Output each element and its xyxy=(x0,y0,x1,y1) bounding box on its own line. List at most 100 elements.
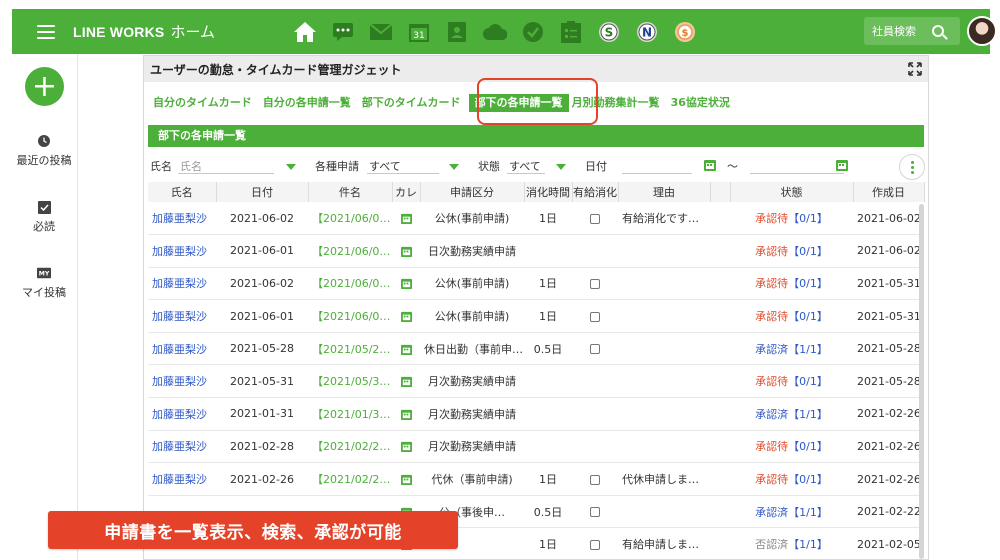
subject-link[interactable]: 【2021/02/2… xyxy=(308,462,392,496)
column-header[interactable]: 作成日 xyxy=(853,182,925,202)
calendar-icon[interactable] xyxy=(400,213,412,225)
column-header[interactable]: 理由 xyxy=(618,182,711,202)
table-row[interactable]: 加藤亜梨沙 2021-01-31 【2021/01/3… 月次勤務実績申請 承認済【1/… xyxy=(148,397,924,431)
tab-my-timecard[interactable]: 自分のタイムカード xyxy=(150,94,260,112)
chevron-down-icon[interactable] xyxy=(286,164,296,170)
column-header[interactable] xyxy=(710,182,731,202)
new-post-button[interactable]: + xyxy=(25,67,64,106)
column-header[interactable]: 有給消化 xyxy=(572,182,619,202)
subject-link[interactable]: 【2021/06/0… xyxy=(308,299,392,333)
tab-my-requests[interactable]: 自分の各申請一覧 xyxy=(260,94,359,112)
paid-leave-checkbox[interactable] xyxy=(590,311,600,322)
more-options-button[interactable] xyxy=(899,154,925,180)
calendar-icon[interactable] xyxy=(400,441,412,453)
subject-link[interactable]: 【2021/06/0… xyxy=(308,202,392,236)
paid-leave-checkbox[interactable] xyxy=(590,344,600,355)
avatar[interactable] xyxy=(967,16,997,46)
date-to-input[interactable] xyxy=(750,173,844,174)
table-row[interactable]: 加藤亜梨沙 2021-05-31 【2021/05/3… 月次勤務実績申請 承認待【0/… xyxy=(148,364,924,399)
status-badge[interactable]: 承認待【0/1】 xyxy=(730,364,853,399)
brand-logo[interactable]: LINE WORKS ホーム xyxy=(73,21,215,42)
status-badge[interactable]: 承認待【0/1】 xyxy=(730,267,853,301)
subject-link[interactable]: 【2021/05/3… xyxy=(308,364,392,399)
chevron-down-icon[interactable] xyxy=(556,164,566,170)
sidebar-item-my-posts[interactable]: MY マイ投稿 xyxy=(0,266,88,300)
sidebar-item-recent[interactable]: 最近の投稿 xyxy=(0,134,88,168)
subject-link[interactable]: 【2021/06/0… xyxy=(308,234,392,268)
paid-leave-checkbox[interactable] xyxy=(590,539,600,550)
calendar-icon[interactable] xyxy=(400,376,412,388)
calendar-icon[interactable] xyxy=(400,474,412,486)
calendar-icon[interactable]: 31 xyxy=(406,19,432,45)
status-badge[interactable]: 否認済【1/1】 xyxy=(730,527,853,560)
employee-search[interactable]: 社員検索 xyxy=(864,17,960,45)
subject-link[interactable]: 【2021/06/0… xyxy=(308,267,392,301)
home-icon[interactable] xyxy=(292,19,318,45)
status-badge[interactable]: 承認待【0/1】 xyxy=(730,430,853,464)
employee-name-link[interactable]: 加藤亜梨沙 xyxy=(148,397,216,431)
employee-name-link[interactable]: 加藤亜梨沙 xyxy=(148,267,216,301)
chevron-down-icon[interactable] xyxy=(449,164,459,170)
employee-name-link[interactable]: 加藤亜梨沙 xyxy=(148,430,216,464)
status-badge[interactable]: 承認待【0/1】 xyxy=(730,234,853,268)
column-header[interactable]: 件名 xyxy=(308,182,393,202)
table-row[interactable]: 加藤亜梨沙 2021-02-26 【2021/02/2… 代休（事前申請) 1日 代休申請… xyxy=(148,462,924,496)
column-header[interactable]: 消化時間 xyxy=(524,182,573,202)
column-header[interactable]: カレ xyxy=(392,182,421,202)
column-header[interactable]: 状態 xyxy=(730,182,854,202)
status-badge[interactable]: 承認済【1/1】 xyxy=(730,332,853,366)
table-row[interactable]: 加藤亜梨沙 2021-05-28 【2021/05/2… 休日出勤（事前申… 0.5日承… xyxy=(148,332,924,366)
paid-leave-checkbox[interactable] xyxy=(590,474,600,485)
mail-icon[interactable] xyxy=(368,19,394,45)
chat-icon[interactable] xyxy=(330,19,356,45)
tab-36-agreement[interactable]: 36協定状況 xyxy=(668,94,738,112)
form-icon[interactable] xyxy=(558,19,584,45)
name-filter-input[interactable]: 氏名 xyxy=(180,158,202,174)
status-badge[interactable]: 承認済【1/1】 xyxy=(730,495,853,529)
n-app-icon[interactable]: N xyxy=(634,19,660,45)
table-row[interactable]: 加藤亜梨沙 2021-06-01 【2021/06/0… 日次勤務実績申請 承認待【0/… xyxy=(148,234,924,268)
subject-link[interactable]: 【2021/01/3… xyxy=(308,397,392,431)
table-row[interactable]: 加藤亜梨沙 2021-06-02 【2021/06/0… 公休(事前申請) 1日 有給消化… xyxy=(148,202,924,236)
column-header[interactable]: 日付 xyxy=(216,182,309,202)
contacts-icon[interactable] xyxy=(444,19,470,45)
status-badge[interactable]: 承認待【0/1】 xyxy=(730,299,853,333)
paid-leave-checkbox[interactable] xyxy=(590,213,600,224)
task-icon[interactable] xyxy=(520,19,546,45)
calendar-icon[interactable] xyxy=(400,409,412,420)
employee-name-link[interactable]: 加藤亜梨沙 xyxy=(148,364,216,399)
calendar-icon[interactable] xyxy=(704,159,716,171)
employee-name-link[interactable]: 加藤亜梨沙 xyxy=(148,299,216,333)
column-header[interactable]: 氏名 xyxy=(148,182,217,202)
employee-name-link[interactable]: 加藤亜梨沙 xyxy=(148,202,216,236)
status-badge[interactable]: 承認待【0/1】 xyxy=(730,462,853,496)
subject-link[interactable]: 【2021/02/2… xyxy=(308,430,392,464)
paid-leave-checkbox[interactable] xyxy=(590,278,600,289)
calendar-icon[interactable] xyxy=(400,311,412,323)
search-icon[interactable] xyxy=(932,25,944,37)
type-filter-select[interactable]: すべて xyxy=(369,158,401,174)
status-filter-select[interactable]: すべて xyxy=(509,158,541,174)
employee-name-link[interactable]: 加藤亜梨沙 xyxy=(148,462,216,496)
status-badge[interactable]: 承認待【0/1】 xyxy=(730,202,853,236)
table-scrollbar[interactable] xyxy=(919,204,924,559)
date-from-input[interactable] xyxy=(622,173,692,174)
sidebar-item-must-read[interactable]: 必読 xyxy=(0,200,88,234)
calendar-icon[interactable] xyxy=(836,159,848,171)
paid-leave-checkbox[interactable] xyxy=(590,507,600,518)
drive-icon[interactable] xyxy=(482,19,508,45)
employee-name-link[interactable]: 加藤亜梨沙 xyxy=(148,234,216,268)
column-header[interactable]: 申請区分 xyxy=(420,182,525,202)
calendar-icon[interactable] xyxy=(400,344,412,355)
table-row[interactable]: 加藤亜梨沙 2021-02-28 【2021/02/2… 月次勤務実績申請 承認待【0/… xyxy=(148,430,924,464)
calendar-icon[interactable] xyxy=(400,246,412,257)
employee-name-link[interactable]: 加藤亜梨沙 xyxy=(148,332,216,366)
status-badge[interactable]: 承認済【1/1】 xyxy=(730,397,853,431)
coin-app-icon[interactable]: $ xyxy=(672,19,698,45)
subject-link[interactable]: 【2021/05/2… xyxy=(308,332,392,366)
expand-icon[interactable] xyxy=(908,62,922,76)
s-app-icon[interactable]: S xyxy=(596,19,622,45)
table-row[interactable]: 加藤亜梨沙 2021-06-01 【2021/06/0… 公休(事前申請) 1日 承認待【… xyxy=(148,299,924,333)
calendar-icon[interactable] xyxy=(400,278,412,290)
tab-subordinate-timecard[interactable]: 部下のタイムカード xyxy=(359,94,469,112)
